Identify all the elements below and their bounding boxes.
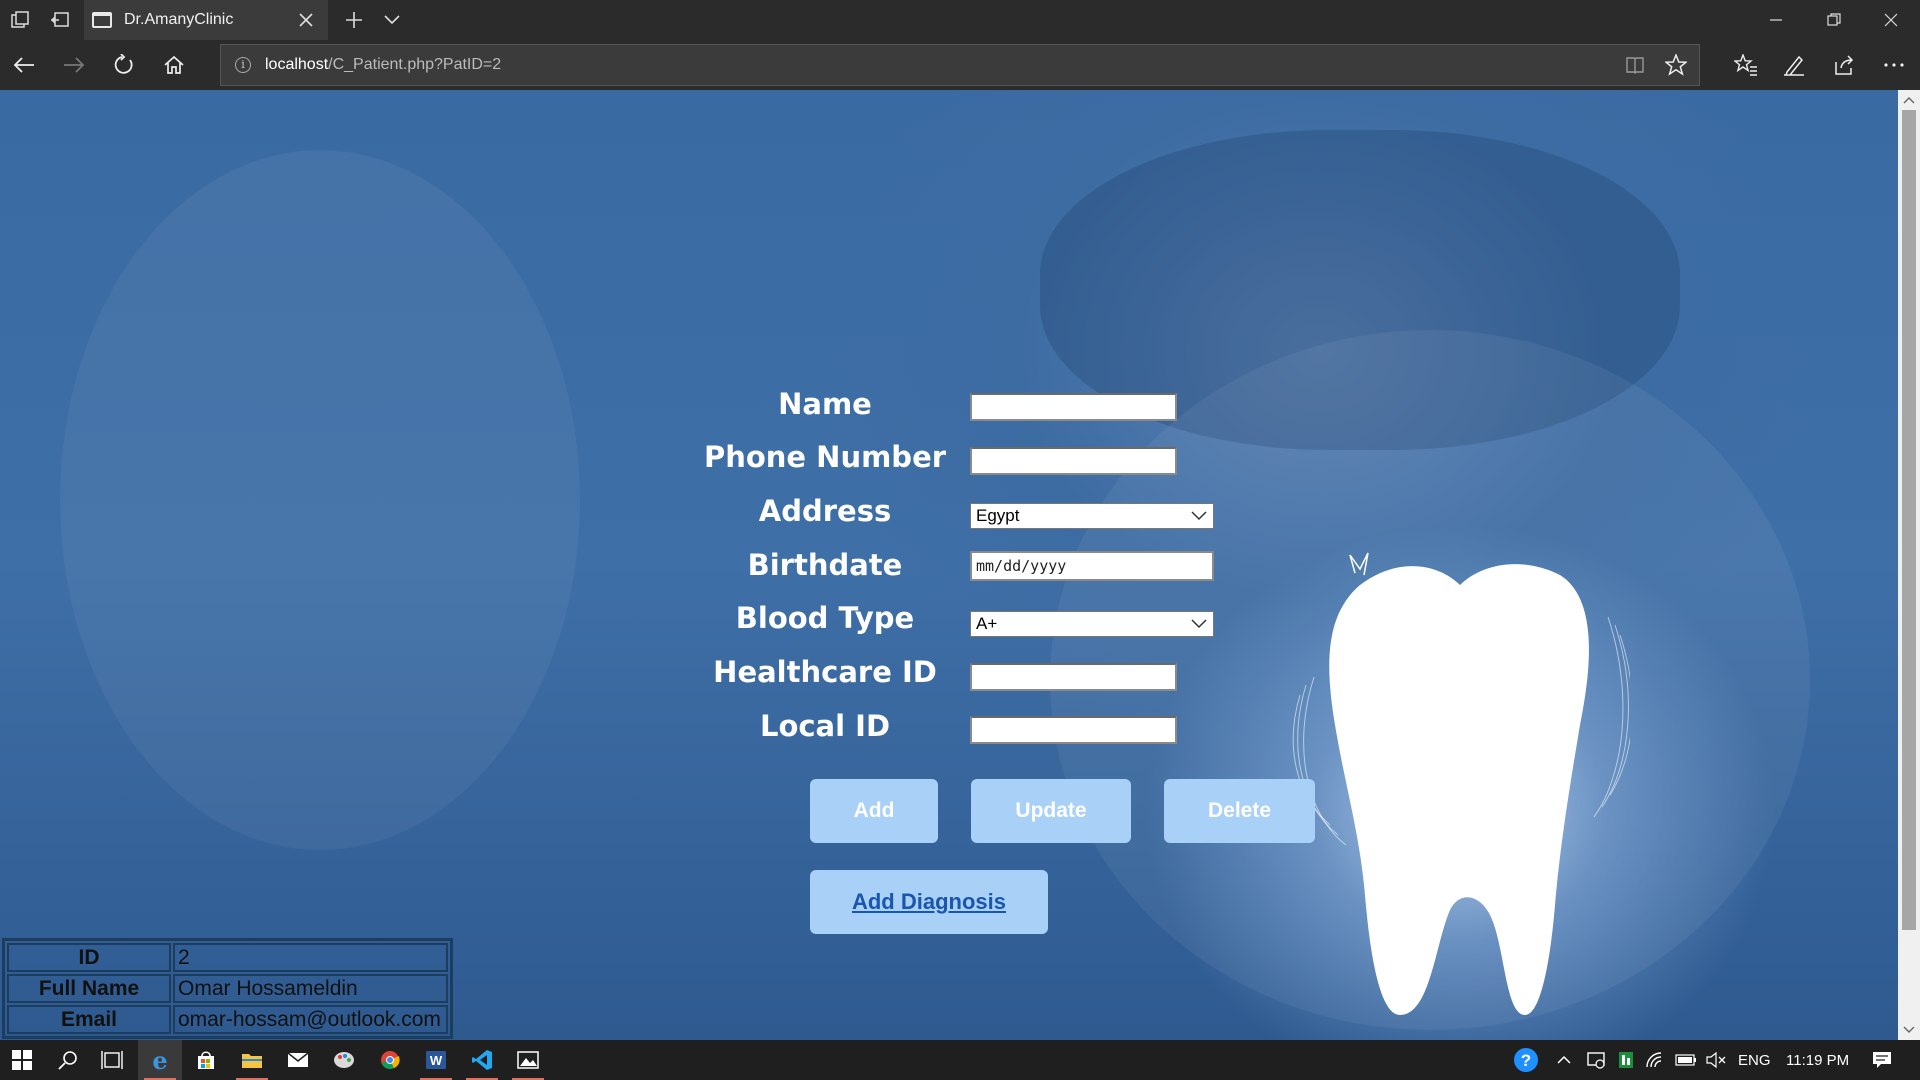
search-icon[interactable] xyxy=(46,1040,90,1080)
back-arrow-icon[interactable] xyxy=(10,51,38,79)
home-icon[interactable] xyxy=(160,51,188,79)
table-key-cell: Email xyxy=(7,1005,171,1034)
browser-title-bar: Dr.AmanyClinic xyxy=(0,0,1920,40)
word-icon[interactable]: W xyxy=(414,1040,458,1080)
url-path: /C_Patient.php?PatID=2 xyxy=(328,56,502,73)
healthcare-id-input[interactable] xyxy=(970,663,1177,691)
refresh-icon[interactable] xyxy=(110,51,138,79)
input-language-indicator[interactable]: ENG xyxy=(1738,1040,1771,1080)
tooth-icon xyxy=(1292,552,1630,1015)
new-tab-icon[interactable] xyxy=(342,8,366,32)
birthdate-input[interactable]: mm/dd/yyyy xyxy=(970,551,1214,581)
table-row: ID 2 xyxy=(7,943,448,972)
device-status-icon[interactable] xyxy=(1580,1040,1612,1080)
restore-icon[interactable] xyxy=(1822,8,1846,32)
photos-icon[interactable] xyxy=(506,1040,550,1080)
task-view-icon[interactable] xyxy=(90,1040,134,1080)
windows-start-icon[interactable] xyxy=(0,1040,44,1080)
page-icon xyxy=(92,12,112,28)
show-hidden-icons-chevron-icon[interactable] xyxy=(1546,1040,1582,1080)
name-label: Name xyxy=(778,387,872,421)
blood-type-label: Blood Type xyxy=(735,601,915,635)
scroll-down-arrow-icon[interactable] xyxy=(1898,1020,1920,1040)
delete-button[interactable]: Delete xyxy=(1164,779,1315,843)
birthdate-label: Birthdate xyxy=(747,548,903,582)
file-explorer-icon[interactable] xyxy=(230,1040,274,1080)
background-photo-shape xyxy=(60,150,580,850)
phone-number-label: Phone Number xyxy=(703,440,947,474)
table-key-cell: ID xyxy=(7,943,171,972)
birthdate-placeholder: mm/dd/yyyy xyxy=(976,557,1067,575)
patient-info-table: ID 2 Full Name Omar Hossameldin Email om… xyxy=(2,938,453,1039)
local-id-input[interactable] xyxy=(970,716,1177,744)
url-text: localhost/C_Patient.php?PatID=2 xyxy=(265,56,501,74)
tab-title: Dr.AmanyClinic xyxy=(124,11,234,28)
tab-list-chevron-icon[interactable] xyxy=(380,8,404,32)
mail-icon[interactable] xyxy=(276,1040,320,1080)
update-button[interactable]: Update xyxy=(971,779,1131,843)
blood-type-select[interactable]: A+ xyxy=(970,611,1214,637)
add-diagnosis-link[interactable]: Add Diagnosis xyxy=(852,889,1006,915)
address-select[interactable]: Egypt xyxy=(970,503,1214,529)
table-value-cell: Omar Hossameldin xyxy=(173,974,448,1003)
tab-actions-icon[interactable] xyxy=(8,8,32,32)
minimize-icon[interactable] xyxy=(1764,8,1788,32)
add-button[interactable]: Add xyxy=(810,779,938,843)
web-note-pen-icon[interactable] xyxy=(1780,51,1808,79)
browser-address-bar: i localhost/C_Patient.php?PatID=2 xyxy=(0,40,1920,90)
svg-text:W: W xyxy=(430,1053,443,1068)
share-icon[interactable] xyxy=(1830,51,1858,79)
favorites-hub-icon[interactable] xyxy=(1732,51,1760,79)
table-value-cell: 2 xyxy=(173,943,448,972)
site-info-icon[interactable]: i xyxy=(235,57,251,73)
chevron-down-icon xyxy=(1191,619,1207,629)
add-diagnosis-button[interactable]: Add Diagnosis xyxy=(810,870,1048,934)
close-tab-icon[interactable] xyxy=(294,8,318,32)
table-row: Email omar-hossam@outlook.com xyxy=(7,1005,448,1034)
windows-taskbar: e W ? ENG 11:19 PM xyxy=(0,1040,1920,1080)
phone-number-input[interactable] xyxy=(970,447,1177,475)
more-menu-icon[interactable] xyxy=(1880,51,1908,79)
wifi-icon[interactable] xyxy=(1640,1040,1672,1080)
system-clock[interactable]: 11:19 PM xyxy=(1786,1040,1849,1080)
favorite-star-icon[interactable] xyxy=(1663,52,1689,81)
blood-type-selected-value: A+ xyxy=(976,614,998,633)
volume-muted-icon[interactable] xyxy=(1700,1040,1732,1080)
scroll-up-arrow-icon[interactable] xyxy=(1898,90,1920,110)
chevron-down-icon xyxy=(1191,511,1207,521)
url-field[interactable]: i localhost/C_Patient.php?PatID=2 xyxy=(220,44,1700,86)
table-key-cell: Full Name xyxy=(7,974,171,1003)
green-app-tray-icon[interactable] xyxy=(1610,1040,1642,1080)
close-window-icon[interactable] xyxy=(1879,8,1903,32)
store-icon[interactable] xyxy=(184,1040,228,1080)
local-id-label: Local ID xyxy=(759,709,891,743)
set-aside-tabs-icon[interactable] xyxy=(48,8,72,32)
address-selected-value: Egypt xyxy=(976,506,1020,525)
tab-dr-amany-clinic[interactable]: Dr.AmanyClinic xyxy=(84,0,328,40)
name-input[interactable] xyxy=(970,393,1177,421)
url-host: localhost xyxy=(265,56,329,73)
vscode-icon[interactable] xyxy=(460,1040,504,1080)
table-row: Full Name Omar Hossameldin xyxy=(7,974,448,1003)
paint-icon[interactable] xyxy=(322,1040,366,1080)
svg-text:?: ? xyxy=(1521,1051,1531,1070)
vertical-scrollbar[interactable] xyxy=(1898,90,1920,1040)
help-icon[interactable]: ? xyxy=(1506,1040,1546,1080)
healthcare-id-label: Healthcare ID xyxy=(713,655,937,689)
forward-arrow-icon[interactable] xyxy=(60,51,88,79)
battery-icon[interactable] xyxy=(1670,1040,1702,1080)
scroll-thumb[interactable] xyxy=(1902,110,1916,930)
table-value-cell: omar-hossam@outlook.com xyxy=(173,1005,448,1034)
address-label: Address xyxy=(758,494,892,528)
edge-icon[interactable]: e xyxy=(138,1040,182,1080)
action-center-icon[interactable] xyxy=(1860,1040,1904,1080)
page-content: Name Phone Number Address Birthdate Bloo… xyxy=(0,90,1898,1040)
reading-view-icon[interactable] xyxy=(1625,55,1645,80)
chrome-icon[interactable] xyxy=(368,1040,412,1080)
